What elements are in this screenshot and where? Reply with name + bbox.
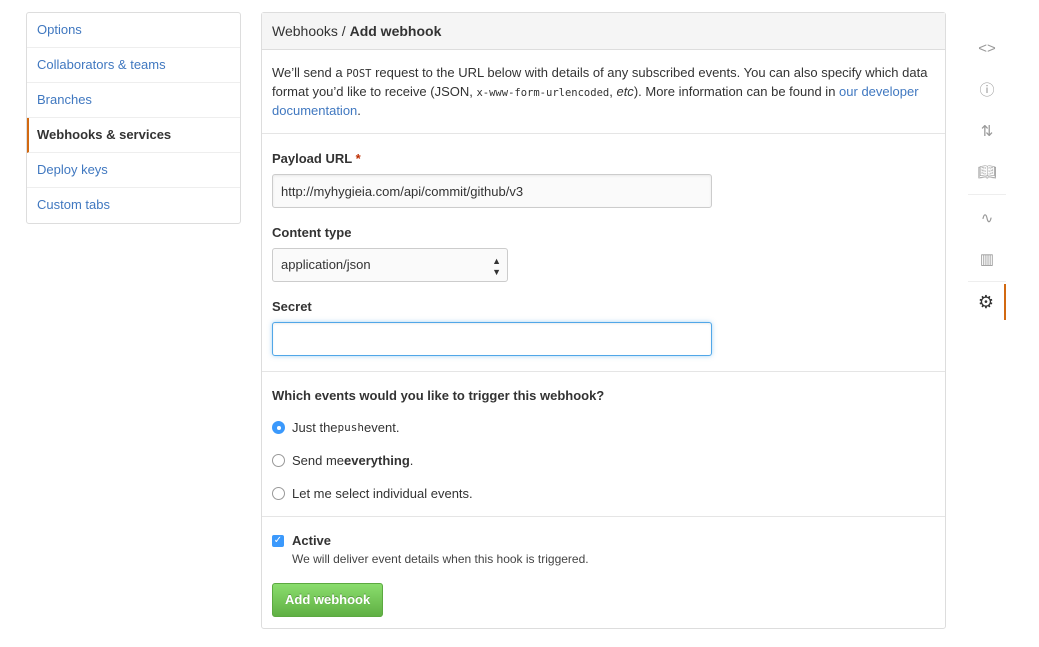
menu-item-webhooks[interactable]: Webhooks & services	[27, 118, 240, 153]
settings-menu: Options Collaborators & teams Branches W…	[26, 12, 241, 224]
gear-icon[interactable]: ⚙	[968, 284, 1006, 320]
active-section: ✓ Active We will deliver event details wh…	[262, 517, 945, 633]
form-section: Payload URL * Content type application/j…	[262, 134, 945, 372]
menu-item-options[interactable]: Options	[27, 13, 240, 48]
menu-item-deploy-keys[interactable]: Deploy keys	[27, 153, 240, 188]
graph-icon[interactable]: ▥	[968, 238, 1006, 279]
wiki-icon[interactable]: 📖︎	[968, 151, 1006, 192]
radio-push-only[interactable]: Just the push event.	[272, 411, 935, 444]
page-title: Add webhook	[349, 23, 442, 39]
radio-button[interactable]	[272, 487, 285, 500]
active-checkbox[interactable]: ✓	[272, 534, 284, 547]
breadcrumb-sep: /	[337, 23, 350, 39]
intro-em: etc	[616, 84, 634, 99]
breadcrumb-webhooks[interactable]: Webhooks	[272, 23, 338, 39]
issue-icon[interactable]: ⓘ	[968, 69, 1006, 110]
menu-item-custom-tabs[interactable]: Custom tabs	[27, 188, 240, 223]
payload-url-input[interactable]	[272, 174, 712, 208]
secret-input[interactable]	[272, 322, 712, 356]
breadcrumb: Webhooks / Add webhook	[262, 13, 945, 50]
pull-request-icon[interactable]: ⇅	[968, 110, 1006, 151]
intro-code-post: POST	[346, 68, 372, 80]
radio-button[interactable]	[272, 421, 285, 434]
add-webhook-panel: Webhooks / Add webhook We’ll send a POST…	[261, 12, 946, 629]
content-type-select[interactable]: application/json ▲ ▼	[272, 248, 508, 282]
active-label: Active	[292, 533, 332, 548]
intro-t1: We’ll send a	[272, 65, 347, 80]
intro-t4: ). More information can be found in	[633, 84, 840, 99]
content-type-value: application/json	[281, 257, 371, 272]
add-webhook-button[interactable]: Add webhook	[272, 583, 384, 617]
events-section: Which events would you like to trigger t…	[262, 372, 945, 517]
content-type-label: Content type	[272, 225, 352, 240]
radio-everything[interactable]: Send me everything.	[272, 444, 935, 477]
radio-button[interactable]	[272, 454, 285, 467]
pulse-icon[interactable]: ∿	[968, 197, 1006, 238]
select-arrows-icon: ▲ ▼	[492, 256, 501, 277]
required-mark: *	[355, 151, 361, 166]
events-question: Which events would you like to trigger t…	[272, 388, 605, 403]
intro-code-urlencoded: x-www-form-urlencoded	[476, 87, 610, 99]
active-description: We will deliver event details when this …	[292, 552, 589, 566]
menu-item-collaborators[interactable]: Collaborators & teams	[27, 48, 240, 83]
radio-individual[interactable]: Let me select individual events.	[272, 477, 935, 510]
repo-nav-rail: <> ⓘ ⇅ 📖︎ ∿ ▥ ⚙	[968, 28, 1006, 320]
secret-label: Secret	[272, 299, 312, 314]
intro-t5: .	[357, 103, 361, 118]
payload-url-label: Payload URL *	[272, 151, 361, 166]
menu-item-branches[interactable]: Branches	[27, 83, 240, 118]
code-icon[interactable]: <>	[968, 28, 1006, 69]
intro-text: We’ll send a POST request to the URL bel…	[262, 50, 945, 134]
